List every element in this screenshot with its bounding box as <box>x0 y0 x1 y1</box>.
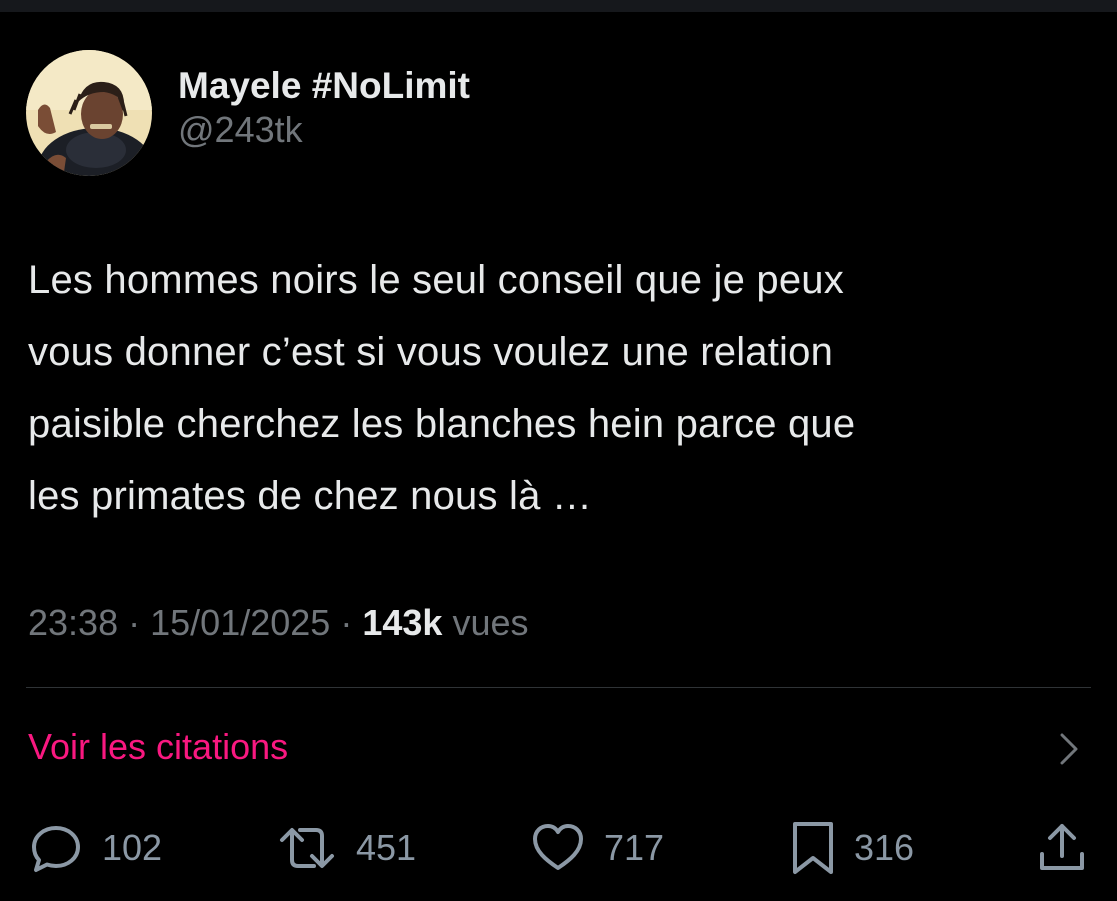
divider <box>26 687 1091 688</box>
user-handle[interactable]: @243tk <box>178 108 470 152</box>
bookmark-button[interactable]: 316 <box>790 818 914 878</box>
tweet-text-line: paisible cherchez les blanches hein parc… <box>28 402 856 446</box>
like-button[interactable]: 717 <box>530 818 664 878</box>
repost-count: 451 <box>356 827 417 868</box>
tweet-header: Mayele #NoLimit @243tk <box>26 50 470 176</box>
display-name[interactable]: Mayele #NoLimit <box>178 64 470 108</box>
action-bar: 102 451 717 316 <box>0 818 1117 878</box>
bookmark-icon <box>790 820 836 876</box>
avatar-photo <box>26 50 152 176</box>
meta-separator: · <box>340 602 353 643</box>
top-strip <box>0 0 1117 12</box>
meta-separator: · <box>128 602 141 643</box>
tweet-text-line: les primates de chez nous là … <box>28 474 593 518</box>
tweet-text-line: Les hommes noirs le seul conseil que je … <box>28 258 844 302</box>
tweet-text: Les hommes noirs le seul conseil que je … <box>28 244 1088 532</box>
tweet-text-line: vous donner c’est si vous voulez une rel… <box>28 330 834 374</box>
tweet-date[interactable]: 15/01/2025 <box>150 602 330 643</box>
views-label: vues <box>452 602 529 643</box>
view-quotes-row[interactable]: Voir les citations <box>0 712 1117 784</box>
repost-icon <box>276 820 338 876</box>
share-button[interactable] <box>1036 818 1088 878</box>
tweet-meta: 23:38 · 15/01/2025 · 143k vues <box>28 602 529 644</box>
chevron-right-icon <box>1058 732 1080 771</box>
bookmark-count: 316 <box>854 827 915 868</box>
views-count: 143k <box>362 602 443 643</box>
repost-button[interactable]: 451 <box>276 818 416 878</box>
reply-icon <box>28 820 84 876</box>
tweet-time[interactable]: 23:38 <box>28 602 118 643</box>
like-count: 717 <box>604 827 665 868</box>
view-quotes-link[interactable]: Voir les citations <box>28 726 288 768</box>
avatar[interactable] <box>26 50 152 176</box>
reply-count: 102 <box>102 827 163 868</box>
share-icon <box>1036 820 1088 876</box>
reply-button[interactable]: 102 <box>28 818 162 878</box>
user-names: Mayele #NoLimit @243tk <box>178 64 470 152</box>
heart-icon <box>530 820 586 876</box>
